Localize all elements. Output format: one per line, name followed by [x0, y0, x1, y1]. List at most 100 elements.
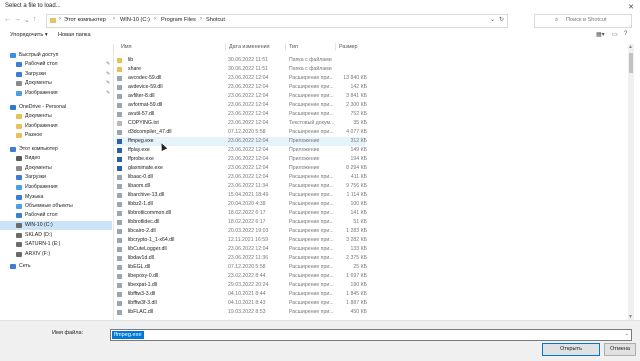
nav-item[interactable]: Музыка — [0, 193, 112, 202]
nav-item-label: Изображения — [25, 184, 58, 190]
column-header-type[interactable]: Тип — [289, 44, 298, 50]
scroll-up-icon[interactable]: ▲ — [628, 44, 633, 50]
forward-arrow-icon[interactable]: → — [14, 16, 21, 23]
file-row[interactable]: avcodec-59.dll 23.06.2022 12:04 Расширение… — [115, 74, 367, 83]
column-header-name[interactable]: Имя — [121, 44, 132, 50]
file-row[interactable]: avfilter-8.dll 23.06.2022 12:04 Расширение… — [115, 92, 367, 101]
open-button[interactable]: Открыть — [542, 343, 600, 356]
address-bar[interactable]: › Этот компьютер › WIN-10 (C:) › Program… — [46, 14, 508, 28]
new-folder-button[interactable]: Новая папка — [58, 32, 91, 38]
file-row[interactable]: share 30.06.2022 11:51 Папка с файлами — [115, 65, 365, 74]
file-row[interactable]: libaac-0.dll 23.06.2022 12:04 Расширение п… — [115, 173, 367, 182]
nav-item[interactable]: SATURN-1 (E:) — [0, 240, 112, 249]
nav-item[interactable]: Сеть — [0, 262, 112, 271]
file-row[interactable]: ffprobe.exe 23.06.2022 12:04 Приложение 194… — [115, 155, 367, 164]
column-divider[interactable] — [335, 43, 336, 51]
file-row[interactable]: COPYING.txt 23.06.2022 12:04 Текстовый док… — [115, 119, 367, 128]
file-row[interactable]: libfftw3-3.dll 04.10.2021 8:44 Расширение … — [115, 290, 367, 299]
nav-item[interactable]: Видео — [0, 154, 112, 163]
nav-item[interactable]: Рабочий стол — [0, 211, 112, 220]
nav-item[interactable]: Документы — [0, 164, 112, 173]
file-row[interactable]: libcrypto-1_1-x64.dll 12.11.2021 16:59 Рас… — [115, 236, 367, 245]
nav-item-label: Быстрый доступ — [19, 52, 59, 58]
column-divider[interactable] — [225, 43, 226, 51]
column-header-size[interactable]: Размер — [339, 44, 358, 50]
file-row[interactable]: avutil-57.dll 23.06.2022 12:04 Расширение … — [115, 110, 367, 119]
nav-item[interactable]: Загрузки — [0, 173, 112, 182]
column-header-date[interactable]: Дата изменения — [229, 44, 270, 50]
nav-item[interactable]: OneDrive - Personal — [0, 103, 112, 112]
breadcrumb-drive[interactable]: WIN-10 (C:) — [120, 17, 150, 23]
nav-item-label: Документы — [25, 165, 52, 171]
breadcrumb-shotcut[interactable]: Shotcut — [206, 17, 225, 23]
file-row[interactable]: avdevice-59.dll 23.06.2022 12:04 Расширени… — [115, 83, 367, 92]
file-row[interactable]: libaom.dll 23.06.2022 11:34 Расширение при… — [115, 182, 367, 191]
file-row[interactable]: libbz2-1.dll 20.04.2020 4:38 Расширение пр… — [115, 200, 367, 209]
breadcrumb-program-files[interactable]: Program Files — [161, 17, 196, 23]
nav-item[interactable]: Разное — [0, 131, 112, 140]
nav-item[interactable]: Объемные объекты — [0, 202, 112, 211]
breadcrumb-chevron-icon[interactable]: › — [59, 16, 61, 22]
refresh-icon[interactable]: ↻ — [499, 16, 504, 23]
filename-value[interactable]: ffmpeg.exe — [112, 331, 144, 339]
file-name: libbz2-1.dll — [128, 201, 153, 207]
nav-item[interactable]: Изображения — [0, 183, 112, 192]
column-divider[interactable] — [285, 43, 286, 51]
file-name: avfilter-8.dll — [128, 93, 155, 99]
pane-divider[interactable] — [113, 44, 114, 320]
recent-locations-chevron-icon[interactable]: ⌄ — [24, 16, 30, 24]
text-file-icon — [117, 121, 122, 126]
file-row[interactable]: libFLAC.dll 19.03.2022 8:53 Расширение при… — [115, 308, 367, 317]
filename-dropdown-icon[interactable]: ⌄ — [625, 331, 629, 337]
cancel-button[interactable]: Отмена — [604, 343, 636, 356]
nav-item[interactable]: Загрузки ✎ — [0, 70, 112, 79]
vertical-scrollbar[interactable]: ▲ ▼ — [628, 44, 634, 320]
nav-item[interactable]: Изображения — [0, 122, 112, 131]
file-name: d3dcompiler_47.dll — [128, 129, 172, 135]
nav-item[interactable]: SKLAD (D:) — [0, 231, 112, 240]
file-row[interactable]: glaxnimate.exe 23.06.2022 12:04 Приложение… — [115, 164, 367, 173]
file-row[interactable]: libbrotlicommon.dll 18.02.2022 6:17 Расшир… — [115, 209, 367, 218]
file-row[interactable]: libexpat-1.dll 29.03.2022 20:24 Расширение… — [115, 281, 367, 290]
file-row[interactable]: libarchive-13.dll 15.04.2021 18:49 Расшире… — [115, 191, 367, 200]
nav-item[interactable]: Рабочий стол ✎ — [0, 60, 112, 69]
nav-item[interactable]: ARXIV (F:) — [0, 250, 112, 259]
file-row[interactable]: libCuteLogger.dll 23.06.2022 12:04 Расшире… — [115, 245, 367, 254]
search-input[interactable]: ⌕ Поиск в Shotcut — [534, 14, 632, 28]
nav-item[interactable]: Изображения ✎ — [0, 89, 112, 98]
file-row[interactable]: libEGL.dll 07.12.2020 5:58 Расширение при.… — [115, 263, 367, 272]
file-row[interactable]: ffplay.exe 23.06.2022 12:04 Приложение 149 … — [115, 146, 367, 155]
file-row[interactable]: libfftw3f-3.dll 04.10.2021 8:43 Расширение… — [115, 299, 367, 308]
breadcrumb-this-pc[interactable]: Этот компьютер — [64, 17, 106, 23]
nav-item[interactable]: Документы ✎ — [0, 79, 112, 88]
up-arrow-icon[interactable]: ↑ — [33, 16, 37, 23]
filename-field[interactable]: ffmpeg.exe ⌄ — [110, 329, 632, 341]
dll-file-icon — [117, 112, 122, 117]
nav-item[interactable]: Этот компьютер — [0, 145, 112, 154]
file-row[interactable]: libcairo-2.dll 20.03.2022 19:03 Расширение… — [115, 227, 367, 236]
scrollbar-thumb[interactable] — [629, 53, 633, 73]
help-icon[interactable]: ? — [624, 31, 627, 37]
breadcrumb-chevron-icon[interactable]: › — [113, 16, 115, 22]
pin-icon: ✎ — [106, 61, 111, 67]
file-row[interactable]: d3dcompiler_47.dll 07.12.2020 5:58 Расшире… — [115, 128, 367, 137]
breadcrumb-chevron-icon[interactable]: › — [200, 16, 202, 22]
view-options-icon[interactable]: ▦▾ — [596, 31, 605, 38]
documents-icon — [16, 166, 22, 171]
file-row[interactable]: libdav1d.dll 23.06.2022 11:36 Расширение п… — [115, 254, 367, 263]
file-row[interactable]: ffmpeg.exe 23.06.2022 12:04 Приложение 312 … — [115, 137, 367, 146]
nav-item[interactable]: WIN-10 (C:) — [0, 221, 112, 230]
file-row[interactable]: libepoxy-0.dll 23.02.2022 8:44 Расширение … — [115, 272, 367, 281]
file-row[interactable]: avformat-59.dll 23.06.2022 12:04 Расширени… — [115, 101, 367, 110]
organize-button[interactable]: Упорядочить ▾ — [10, 32, 48, 38]
file-size: 100 КБ — [350, 201, 367, 207]
breadcrumb-chevron-icon[interactable]: › — [154, 16, 156, 22]
nav-item[interactable]: Документы — [0, 112, 112, 121]
address-dropdown-icon[interactable]: ⌄ — [490, 16, 495, 23]
nav-item[interactable]: Быстрый доступ — [0, 51, 112, 60]
drive-icon — [16, 233, 22, 238]
file-row[interactable]: libbrotlidec.dll 18.02.2022 6:17 Расширени… — [115, 218, 367, 227]
file-row[interactable]: lib 30.06.2022 11:51 Папка с файлами — [115, 56, 365, 65]
back-arrow-icon[interactable]: ← — [4, 16, 11, 23]
preview-pane-icon[interactable]: ▭ — [612, 31, 618, 38]
